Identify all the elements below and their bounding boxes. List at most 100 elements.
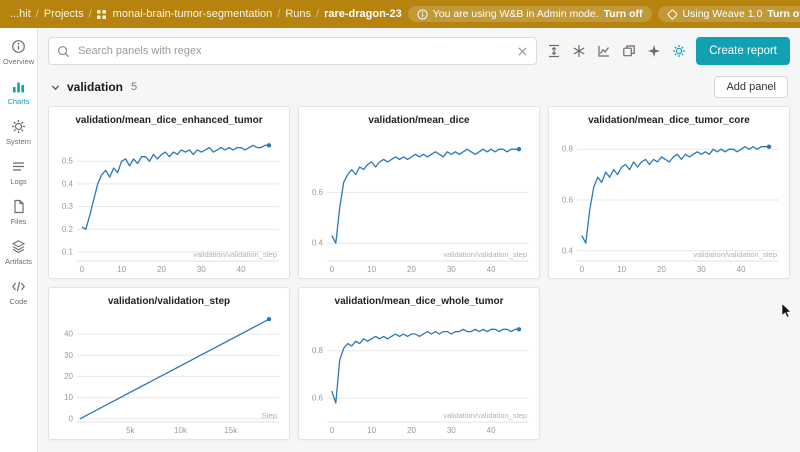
clear-search-icon[interactable] [517, 46, 528, 57]
chart-title: validation/mean_dice_tumor_core [549, 107, 789, 127]
sidebar-item-system[interactable]: System [0, 113, 38, 153]
svg-text:20: 20 [657, 265, 666, 274]
svg-text:10: 10 [117, 265, 126, 274]
svg-text:0.3: 0.3 [62, 202, 74, 211]
outliers-icon[interactable] [572, 44, 586, 58]
overview-icon [11, 39, 26, 54]
svg-text:0.6: 0.6 [312, 394, 324, 403]
line-chart: 0.40.60.8010203040validation/validation_… [550, 128, 788, 278]
svg-text:30: 30 [64, 351, 73, 360]
sidebar-item-code[interactable]: Code [0, 273, 38, 313]
svg-text:validation/validation_step: validation/validation_step [443, 411, 527, 420]
svg-text:0.6: 0.6 [562, 196, 574, 205]
chart-title: validation/mean_dice [299, 107, 539, 127]
sidebar-item-artifacts[interactable]: Artifacts [0, 233, 38, 273]
breadcrumb-separator: / [89, 8, 92, 20]
admin-turn-off-link[interactable]: Turn off [604, 8, 643, 20]
svg-text:40: 40 [737, 265, 746, 274]
svg-text:0.4: 0.4 [62, 179, 74, 188]
svg-text:5k: 5k [126, 426, 135, 435]
breadcrumb-entity[interactable]: ...hit [10, 8, 31, 20]
svg-text:validation/validation_step: validation/validation_step [443, 250, 527, 259]
sidebar-item-label: Artifacts [5, 257, 32, 266]
sidebar-item-label: Files [11, 217, 27, 226]
left-sidebar: Overview Charts System Logs Files Artifa… [0, 28, 38, 452]
svg-text:10: 10 [367, 265, 376, 274]
smoothing-icon[interactable] [597, 44, 611, 58]
svg-text:40: 40 [487, 265, 496, 274]
breadcrumb-runs[interactable]: Runs [285, 8, 311, 20]
validation-section-header: validation 5 Add panel [48, 76, 790, 98]
settings-gear-icon[interactable] [672, 44, 686, 58]
svg-text:10: 10 [367, 426, 376, 435]
svg-text:20: 20 [64, 372, 73, 381]
breadcrumb-separator: / [277, 8, 280, 20]
svg-text:0: 0 [80, 265, 85, 274]
svg-text:0: 0 [580, 265, 585, 274]
charts-grid: validation/mean_dice_enhanced_tumor 0.10… [48, 106, 790, 440]
chart-panel-mean-dice[interactable]: validation/mean_dice 0.40.6010203040vali… [298, 106, 540, 279]
weave-text: Using Weave 1.0 [683, 8, 763, 20]
svg-text:10: 10 [617, 265, 626, 274]
chart-title: validation/mean_dice_whole_tumor [299, 288, 539, 308]
create-report-button[interactable]: Create report [696, 37, 790, 65]
breadcrumb: ...hit / Projects / monai-brain-tumor-se… [10, 8, 402, 20]
svg-text:0.4: 0.4 [562, 246, 574, 255]
section-panel-count: 5 [131, 81, 137, 93]
breadcrumb-run-name[interactable]: rare-dragon-23 [324, 8, 402, 20]
sidebar-item-charts[interactable]: Charts [0, 73, 38, 113]
svg-text:20: 20 [407, 265, 416, 274]
chart-title: validation/mean_dice_enhanced_tumor [49, 107, 289, 127]
svg-text:30: 30 [447, 426, 456, 435]
svg-text:20: 20 [157, 265, 166, 274]
project-icon [97, 10, 106, 19]
sidebar-item-label: System [6, 137, 31, 146]
svg-text:validation/validation_step: validation/validation_step [193, 250, 277, 259]
chart-panel-validation-step[interactable]: validation/validation_step 0102030405k10… [48, 287, 290, 440]
main-content: Create report validation 5 Add panel val… [38, 28, 800, 452]
svg-text:15k: 15k [224, 426, 238, 435]
charts-icon [11, 79, 26, 94]
logs-icon [11, 159, 26, 174]
chevron-down-icon[interactable] [50, 82, 61, 93]
svg-text:0.6: 0.6 [312, 188, 324, 197]
panels-toolbar: Create report [48, 37, 790, 65]
svg-text:10: 10 [64, 393, 73, 402]
search-input[interactable] [76, 44, 511, 58]
admin-mode-banner: You are using W&B in Admin mode. Turn of… [408, 6, 652, 22]
breadcrumb-project[interactable]: monai-brain-tumor-segmentation [113, 8, 273, 20]
sidebar-item-label: Overview [3, 57, 34, 66]
sidebar-item-overview[interactable]: Overview [0, 33, 38, 73]
chart-panel-mean-dice-tumor-core[interactable]: validation/mean_dice_tumor_core 0.40.60.… [548, 106, 790, 279]
layers-icon [11, 239, 26, 254]
sidebar-item-label: Logs [10, 177, 26, 186]
sidebar-item-label: Charts [7, 97, 29, 106]
breadcrumb-projects[interactable]: Projects [44, 8, 84, 20]
svg-text:Step: Step [262, 411, 277, 420]
toolbar-icon-group [547, 44, 686, 58]
sidebar-item-files[interactable]: Files [0, 193, 38, 233]
chart-panel-mean-dice-whole-tumor[interactable]: validation/mean_dice_whole_tumor 0.60.80… [298, 287, 540, 440]
svg-text:0: 0 [330, 265, 335, 274]
line-chart: 0102030405k10k15kStep [50, 309, 288, 439]
line-chart: 0.60.8010203040validation/validation_ste… [300, 309, 538, 439]
sidebar-item-label: Code [10, 297, 28, 306]
sparkle-icon[interactable] [647, 44, 661, 58]
svg-text:40: 40 [487, 426, 496, 435]
svg-text:20: 20 [407, 426, 416, 435]
section-title: validation [67, 80, 123, 94]
svg-text:0.8: 0.8 [312, 346, 324, 355]
info-icon [417, 9, 428, 20]
weave-turn-off-link[interactable]: Turn off [767, 8, 800, 20]
chart-panel-mean-dice-enhanced-tumor[interactable]: validation/mean_dice_enhanced_tumor 0.10… [48, 106, 290, 279]
weave-banner: Using Weave 1.0 Turn off [658, 6, 800, 22]
add-panel-button[interactable]: Add panel [714, 76, 788, 98]
panel-search [48, 37, 537, 65]
panel-grid-icon[interactable] [622, 44, 636, 58]
panel-expand-icon[interactable] [547, 44, 561, 58]
file-icon [11, 199, 26, 214]
svg-text:validation/validation_step: validation/validation_step [693, 250, 777, 259]
sidebar-item-logs[interactable]: Logs [0, 153, 38, 193]
chart-title: validation/validation_step [49, 288, 289, 308]
svg-text:30: 30 [447, 265, 456, 274]
